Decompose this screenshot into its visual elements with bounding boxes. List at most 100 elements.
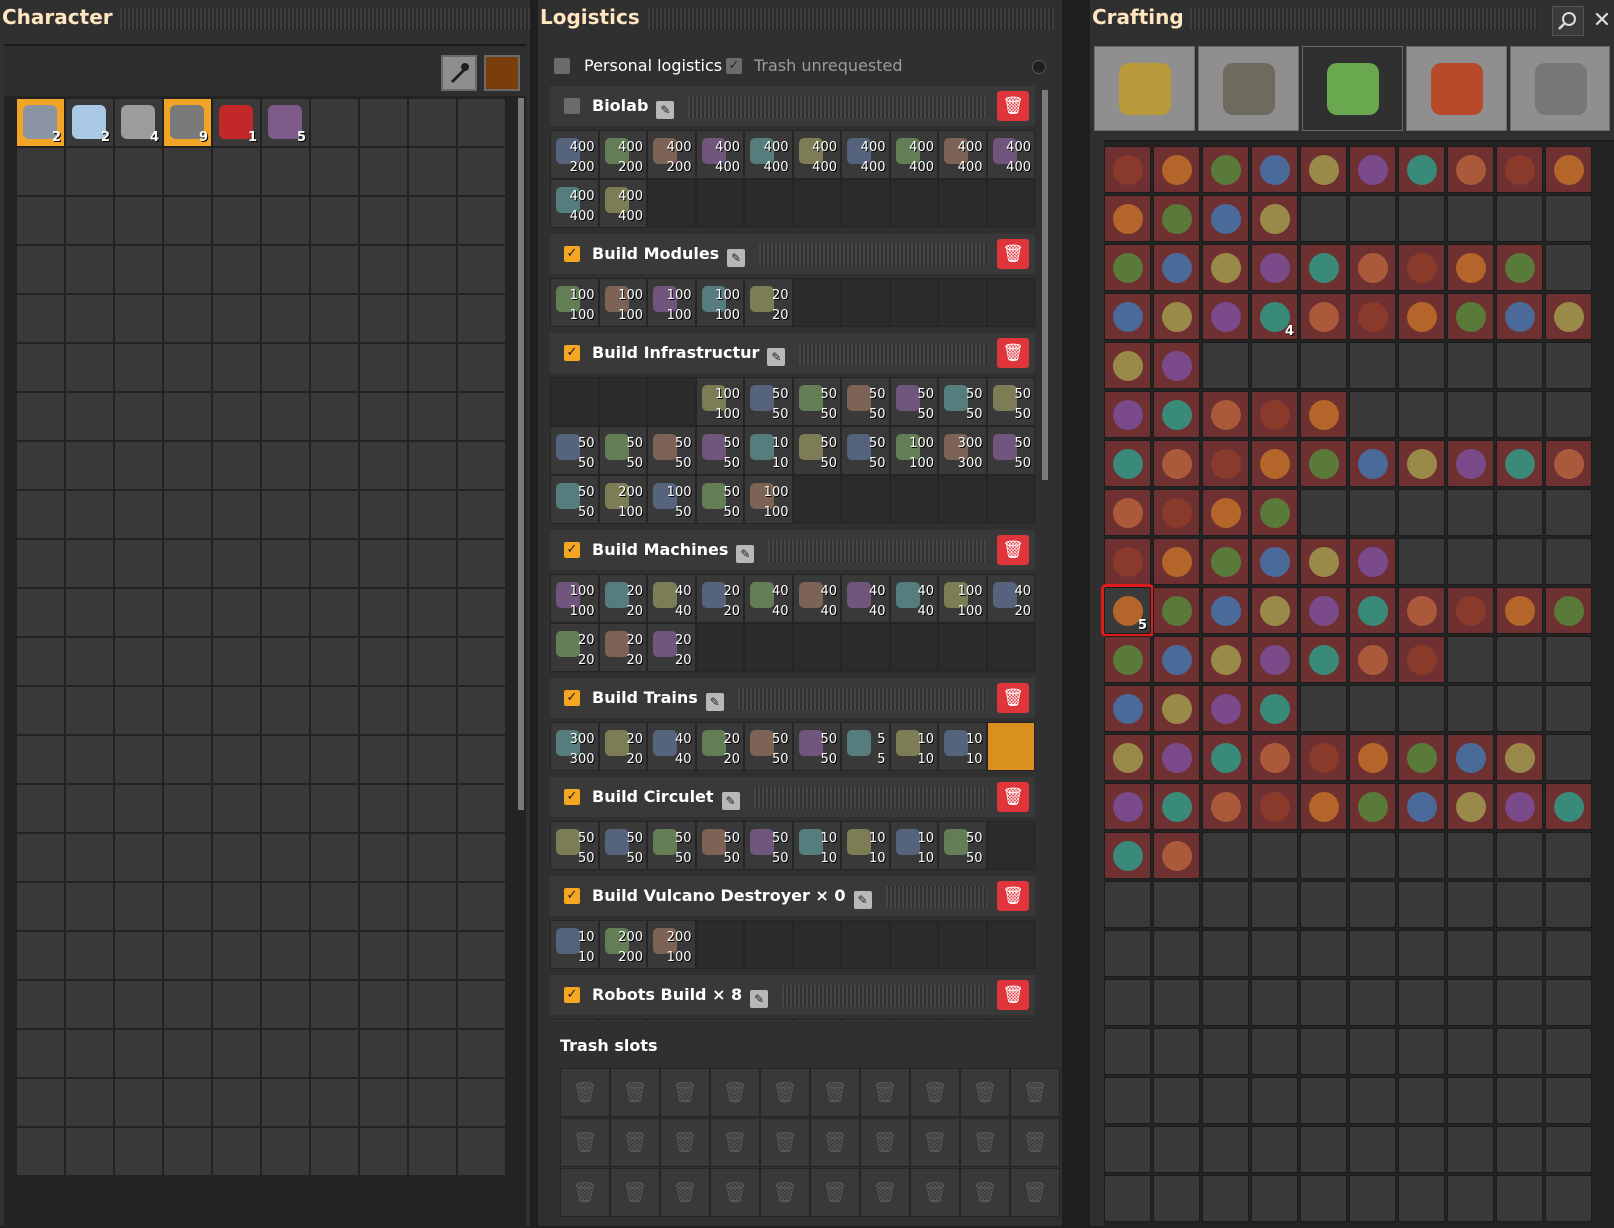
personal-logistics-checkbox[interactable]: [554, 58, 570, 74]
inventory-slot[interactable]: [408, 98, 457, 147]
request-slot[interactable]: 20 20: [695, 574, 744, 623]
inventory-slot[interactable]: [65, 1078, 114, 1127]
request-slot[interactable]: 100 100: [889, 426, 938, 475]
request-slot[interactable]: 50 50: [986, 426, 1035, 475]
recipe-button[interactable]: [1104, 244, 1151, 291]
section-checkbox[interactable]: ✓: [564, 345, 580, 361]
inventory-slot[interactable]: [457, 1127, 506, 1176]
inventory-slot[interactable]: [163, 784, 212, 833]
trash-slot[interactable]: 🗑: [660, 1068, 710, 1117]
trash-slot[interactable]: 🗑: [1010, 1168, 1060, 1217]
inventory-slot[interactable]: [16, 392, 65, 441]
inventory-slot[interactable]: [408, 588, 457, 637]
inventory-slot[interactable]: [261, 294, 310, 343]
inventory-slot[interactable]: [261, 147, 310, 196]
edit-icon[interactable]: ✎: [853, 891, 872, 909]
recipe-button[interactable]: [1153, 783, 1200, 830]
inventory-slot[interactable]: [163, 294, 212, 343]
inventory-slot[interactable]: [457, 1078, 506, 1127]
inventory-slot[interactable]: [114, 245, 163, 294]
request-slot[interactable]: 400 400: [550, 179, 599, 228]
request-slot-empty[interactable]: [695, 623, 744, 672]
request-slot-empty[interactable]: [598, 377, 647, 426]
inventory-slot[interactable]: [457, 343, 506, 392]
section-checkbox[interactable]: ✓: [564, 542, 580, 558]
inventory-slot[interactable]: [408, 833, 457, 882]
trash-slot[interactable]: 🗑: [960, 1118, 1010, 1167]
request-slot[interactable]: 300 300: [938, 426, 987, 475]
inventory-slot[interactable]: [114, 490, 163, 539]
recipe-button[interactable]: [1251, 734, 1298, 781]
recipe-button[interactable]: [1251, 636, 1298, 683]
request-slot[interactable]: 100 50: [647, 475, 696, 524]
inventory-slot[interactable]: [310, 196, 359, 245]
request-slot[interactable]: 50 50: [744, 821, 793, 870]
inventory-slot[interactable]: 9: [163, 98, 212, 147]
inventory-slot[interactable]: [359, 1029, 408, 1078]
recipe-button[interactable]: [1300, 734, 1347, 781]
request-slot-empty[interactable]: [986, 821, 1035, 870]
trash-slot[interactable]: 🗑: [610, 1068, 660, 1117]
inventory-slot[interactable]: [359, 784, 408, 833]
recipe-button[interactable]: [1153, 587, 1200, 634]
recipe-button[interactable]: [1545, 146, 1592, 193]
request-slot[interactable]: 100 100: [695, 377, 744, 426]
recipe-button[interactable]: [1447, 734, 1494, 781]
request-slot[interactable]: 200 200: [598, 920, 647, 969]
request-slot[interactable]: 100 100: [550, 278, 599, 327]
recipe-button[interactable]: [1153, 391, 1200, 438]
trash-slot[interactable]: 🗑: [910, 1168, 960, 1217]
inventory-slot[interactable]: [310, 882, 359, 931]
inventory-slot[interactable]: [310, 784, 359, 833]
delete-section-button[interactable]: 🗑: [997, 881, 1029, 911]
request-slot-empty[interactable]: [647, 179, 696, 228]
inventory-slot[interactable]: [457, 588, 506, 637]
inventory-slot[interactable]: [310, 441, 359, 490]
edit-icon[interactable]: ✎: [750, 990, 769, 1008]
recipe-button[interactable]: [1496, 440, 1543, 487]
inventory-slot[interactable]: [114, 196, 163, 245]
inventory-slot[interactable]: [359, 980, 408, 1029]
request-slot-empty[interactable]: [841, 278, 890, 327]
inventory-slot[interactable]: 2: [16, 98, 65, 147]
recipe-button[interactable]: [1300, 244, 1347, 291]
request-slot[interactable]: 50 50: [598, 426, 647, 475]
trash-slot[interactable]: 🗑: [660, 1168, 710, 1217]
request-slot[interactable]: 200 100: [647, 920, 696, 969]
inventory-slot[interactable]: [114, 980, 163, 1029]
inventory-slot[interactable]: [16, 637, 65, 686]
inventory-slot[interactable]: [163, 882, 212, 931]
inventory-slot[interactable]: 4: [114, 98, 163, 147]
inventory-slot[interactable]: [114, 1127, 163, 1176]
request-slot-empty[interactable]: [986, 278, 1035, 327]
inventory-slot[interactable]: [65, 245, 114, 294]
recipe-button[interactable]: [1300, 293, 1347, 340]
inventory-slot[interactable]: [457, 882, 506, 931]
inventory-slot[interactable]: [261, 882, 310, 931]
request-slot-empty[interactable]: [889, 623, 938, 672]
recipe-button[interactable]: [1104, 391, 1151, 438]
inventory-slot[interactable]: [408, 784, 457, 833]
inventory-slot[interactable]: [457, 441, 506, 490]
section-checkbox[interactable]: [564, 98, 580, 114]
recipe-button[interactable]: [1300, 783, 1347, 830]
recipe-button[interactable]: [1104, 195, 1151, 242]
section-drag-bar[interactable]: [688, 96, 987, 118]
request-slot[interactable]: 50 50: [792, 722, 841, 771]
request-slot[interactable]: 50 50: [647, 426, 696, 475]
delete-section-button[interactable]: 🗑: [997, 338, 1029, 368]
recipe-button[interactable]: [1202, 783, 1249, 830]
inventory-slot[interactable]: [359, 147, 408, 196]
inventory-slot[interactable]: [114, 784, 163, 833]
inventory-slot[interactable]: [359, 539, 408, 588]
request-slot[interactable]: 10 10: [889, 722, 938, 771]
crafting-tab[interactable]: [1406, 46, 1507, 131]
inventory-slot[interactable]: [359, 196, 408, 245]
inventory-slot[interactable]: 2: [65, 98, 114, 147]
inventory-slot[interactable]: [65, 1127, 114, 1176]
drag-handle[interactable]: [120, 8, 530, 30]
inventory-slot[interactable]: [212, 637, 261, 686]
request-slot[interactable]: 20 20: [598, 623, 647, 672]
inventory-slot[interactable]: [212, 588, 261, 637]
request-slot[interactable]: [986, 1019, 1035, 1021]
